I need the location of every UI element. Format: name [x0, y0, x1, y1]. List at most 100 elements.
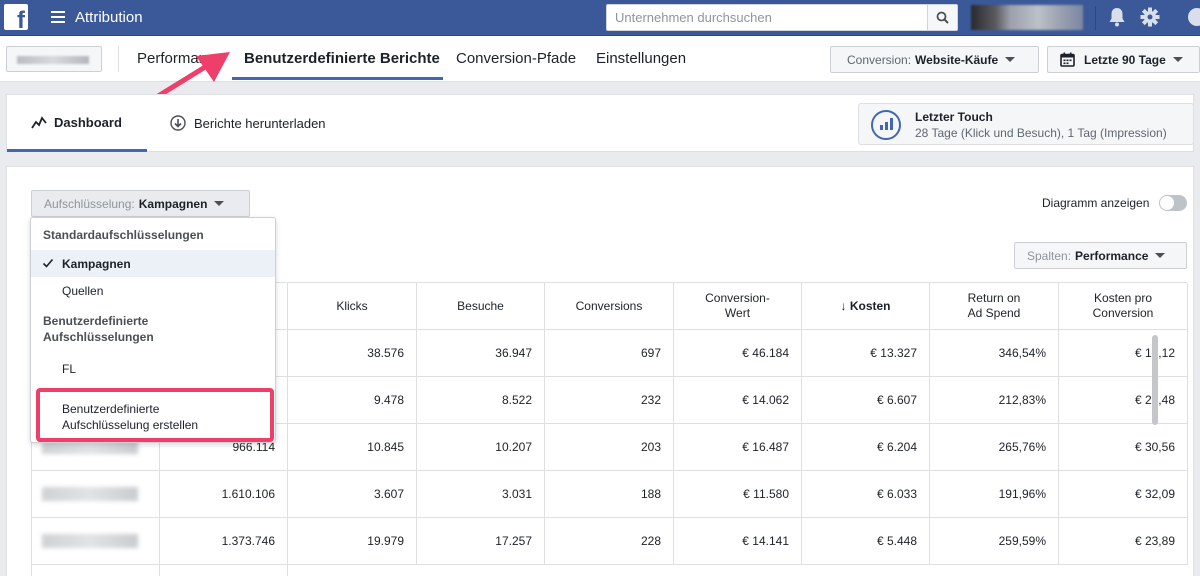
hamburger-icon[interactable] [51, 11, 65, 23]
tab-conversion-paths[interactable]: Conversion-Pfade [456, 50, 576, 67]
calendar-icon [1060, 52, 1075, 67]
search-button[interactable] [927, 5, 957, 30]
custom-breakdowns-heading: Benutzerdefinierte Aufschlüsselungen [43, 314, 154, 344]
more-icon[interactable] [1186, 6, 1200, 28]
conversions-cell: 203 [545, 424, 674, 470]
bell-icon[interactable] [1106, 6, 1128, 28]
attribution-model-window: 28 Tage (Klick und Besuch), 1 Tag (Impre… [915, 126, 1167, 140]
annotation-highlight-box [36, 388, 274, 442]
conversion-wert-cell: € 11.580 [674, 471, 802, 517]
tab-settings[interactable]: Einstellungen [596, 50, 686, 67]
campaign-name-cell [32, 518, 160, 564]
attribution-model-selector[interactable]: Letzter Touch 28 Tage (Klick und Besuch)… [858, 103, 1194, 145]
profile-button[interactable] [971, 5, 1083, 30]
option-label: Kampagnen [62, 256, 131, 271]
cost-per-conversion-cell: € 28,48 [1059, 377, 1188, 423]
breakdown-value: Kampagnen [138, 196, 208, 211]
checkmark-icon [42, 258, 54, 268]
campaign-name-cell [32, 471, 160, 517]
conversion-wert-cell: € 14.062 [674, 377, 802, 423]
conversion-label: Conversion: [847, 52, 912, 67]
header-conversions[interactable]: Conversions [545, 283, 674, 329]
breakdown-option-fl[interactable]: FL [31, 355, 275, 382]
roas-cell: 212,83% [930, 377, 1059, 423]
app-title: Attribution [75, 9, 143, 26]
header-besuche[interactable]: Besuche [417, 283, 545, 329]
conversion-selector[interactable]: Conversion: Website-Käufe [830, 46, 1039, 73]
conversions-cell: 228 [545, 518, 674, 564]
columns-label: Spalten: [1027, 248, 1072, 263]
attribution-chart-icon [871, 110, 901, 140]
attribution-model-title: Letzter Touch [915, 110, 993, 124]
option-label: FL [62, 361, 77, 376]
header-kosten[interactable]: ↓ Kosten [802, 283, 930, 329]
table-scrollbar[interactable] [1152, 335, 1158, 425]
conversions-cell: 697 [545, 330, 674, 376]
breakdown-selector[interactable]: Aufschlüsselung: Kampagnen [31, 190, 250, 217]
account-selector[interactable] [6, 46, 102, 72]
cost-per-conversion-cell: € 30,56 [1059, 424, 1188, 470]
download-icon [170, 115, 186, 131]
cost-per-conversion-cell: € 32,09 [1059, 471, 1188, 517]
besuche-cell: 36.947 [417, 330, 545, 376]
chart-toggle-label: Diagramm anzeigen [1042, 196, 1150, 210]
conversion-wert-cell: € 14.141 [674, 518, 802, 564]
kosten-cell: € 6.204 [802, 424, 930, 470]
roas-cell: 191,96% [930, 471, 1059, 517]
campaign-name-cell [32, 565, 160, 576]
tab-download-reports[interactable]: Berichte herunterladen [170, 115, 326, 131]
chevron-down-icon [214, 201, 225, 206]
kosten-cell: € 6.033 [802, 471, 930, 517]
top-bar: f Attribution [0, 0, 1200, 36]
active-tab-indicator [232, 77, 443, 80]
chevron-down-icon [1155, 253, 1166, 258]
chevron-down-icon [1172, 57, 1183, 62]
date-range-value: Letzte 90 Tage [1084, 52, 1166, 67]
columns-value: Performance [1075, 248, 1149, 263]
header-roas[interactable]: Return on Ad Spend [930, 283, 1059, 329]
breakdown-option-quellen[interactable]: Quellen [31, 277, 275, 304]
conversion-wert-cell: € 16.487 [674, 424, 802, 470]
kosten-cell: € 6.607 [802, 377, 930, 423]
download-label: Berichte herunterladen [194, 115, 326, 131]
subnav-panel: Dashboard Berichte herunterladen Letzter… [6, 94, 1194, 152]
table-row[interactable]: 1.373.746 19.979 17.257 228 € 14.141 € 5… [32, 518, 1188, 565]
conversion-value: Website-Käufe [915, 52, 999, 67]
conversion-wert-cell: € 46.184 [674, 330, 802, 376]
kosten-cell: € 5.448 [802, 518, 930, 564]
header-conversion-wert[interactable]: Conversion- Wert [674, 283, 802, 329]
search-input[interactable] [607, 5, 927, 30]
tab-custom-reports[interactable]: Benutzerdefinierte Berichte [244, 50, 440, 67]
facebook-logo-icon[interactable]: f [4, 4, 28, 33]
besuche-cell: 10.207 [417, 424, 545, 470]
klicks-cell: 10.845 [288, 424, 417, 470]
header-kosten-pro-conversion[interactable]: Kosten pro Conversion [1059, 283, 1188, 329]
gear-icon[interactable] [1139, 6, 1161, 28]
active-subtab-indicator [7, 149, 147, 152]
campaign-name [42, 534, 138, 548]
search-box [606, 4, 958, 31]
roas-cell: 265,76% [930, 424, 1059, 470]
nav-divider [118, 46, 119, 72]
date-range-selector[interactable]: Letzte 90 Tage [1047, 46, 1200, 73]
conversions-cell: 188 [545, 471, 674, 517]
chevron-down-icon [1005, 57, 1016, 62]
impressions-cell: 1.610.106 [160, 471, 288, 517]
table-row[interactable]: 1.610.106 3.607 3.031 188 € 11.580 € 6.0… [32, 471, 1188, 518]
campaign-name [42, 487, 138, 501]
klicks-cell: 19.979 [288, 518, 417, 564]
klicks-cell: 38.576 [288, 330, 417, 376]
option-label: Quellen [62, 283, 104, 298]
breakdown-option-kampagnen[interactable]: Kampagnen [31, 250, 275, 277]
search-icon [936, 11, 949, 24]
impressions-cell: 1.373.746 [160, 518, 288, 564]
table-row[interactable] [32, 565, 1188, 576]
chart-toggle[interactable] [1159, 195, 1187, 211]
cost-per-conversion-cell: € 23,89 [1059, 518, 1188, 564]
klicks-cell: 3.607 [288, 471, 417, 517]
tab-dashboard[interactable]: Dashboard [31, 115, 122, 130]
header-klicks[interactable]: Klicks [288, 283, 417, 329]
besuche-cell: 3.031 [417, 471, 545, 517]
cost-per-conversion-cell: € 19,12 [1059, 330, 1188, 376]
columns-selector[interactable]: Spalten: Performance [1014, 242, 1187, 269]
